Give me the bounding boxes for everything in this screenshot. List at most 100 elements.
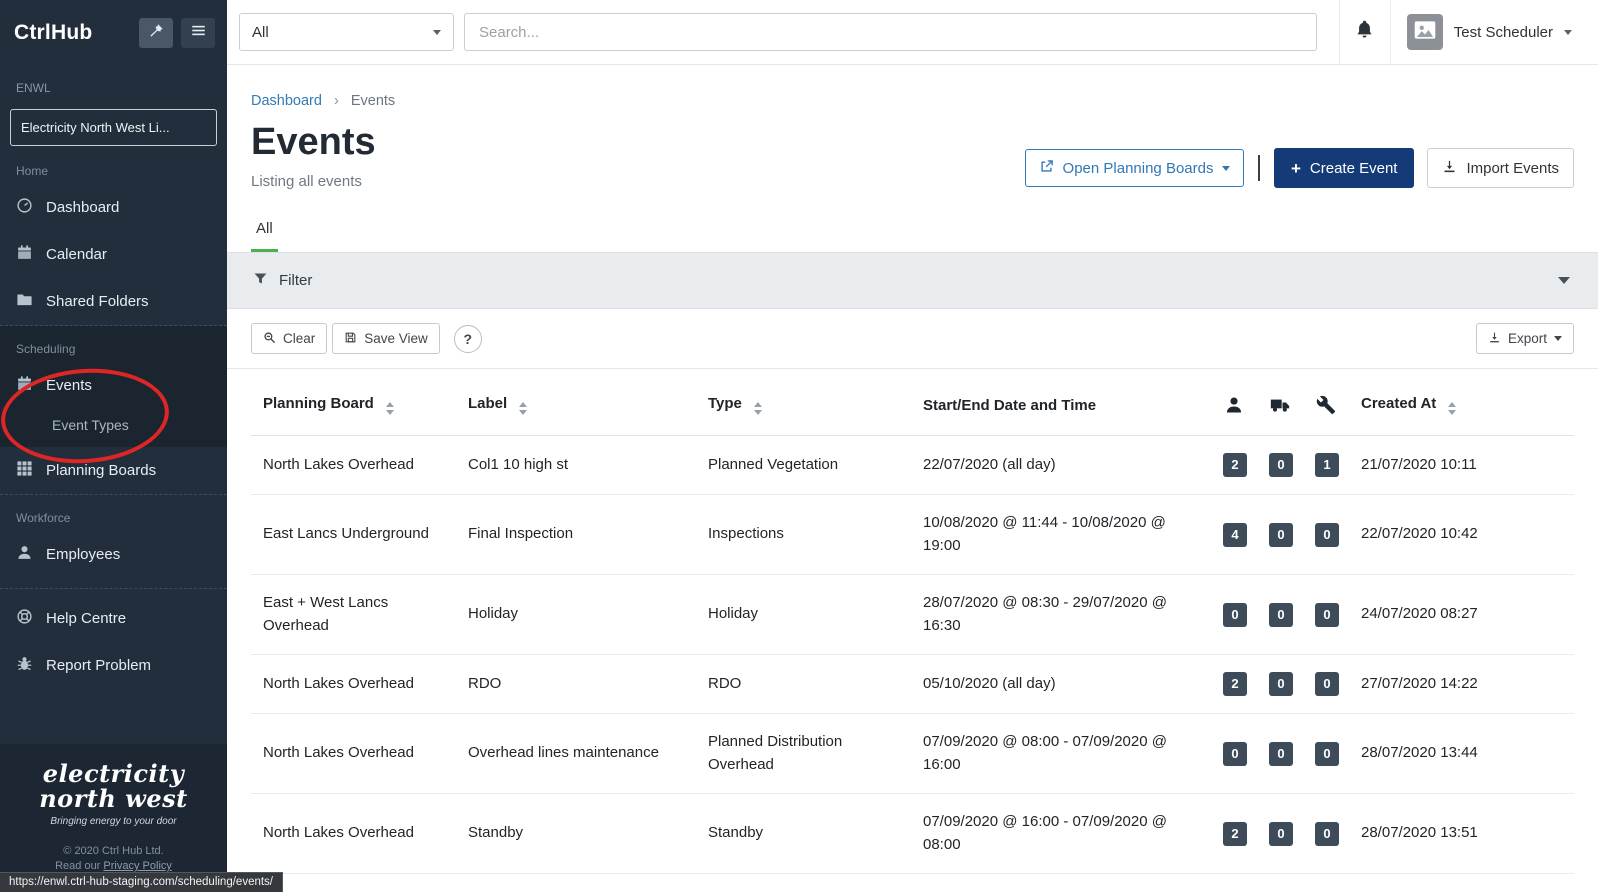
- sidebar-item-report-problem[interactable]: Report Problem: [0, 642, 227, 689]
- open-planning-boards-label: Open Planning Boards: [1062, 159, 1214, 177]
- cell-label: Standby: [456, 793, 696, 874]
- column-header-type[interactable]: Type: [696, 375, 911, 436]
- status-bar-url: https://enwl.ctrl-hub-staging.com/schedu…: [0, 872, 283, 892]
- open-planning-boards-button[interactable]: Open Planning Boards: [1024, 149, 1245, 187]
- enw-logo-line1: electricity: [42, 759, 185, 789]
- breadcrumb-separator: ›: [333, 93, 339, 109]
- pin-sidebar-button[interactable]: [139, 17, 173, 48]
- notifications-button[interactable]: [1338, 0, 1391, 64]
- vehicles-count-badge: 0: [1269, 602, 1293, 627]
- hamburger-icon: [191, 23, 206, 42]
- cell-created-at: 22/07/2020 10:42: [1349, 494, 1574, 575]
- enw-tagline: Bringing energy to your door: [50, 816, 177, 827]
- breadcrumb: Dashboard › Events: [227, 65, 1598, 109]
- scope-select-value: All: [252, 23, 269, 41]
- sidebar-item-calendar[interactable]: Calendar: [0, 231, 227, 278]
- bug-icon: [16, 655, 33, 676]
- cell-planning-board: North Lakes Overhead: [251, 654, 456, 714]
- sort-icon: [754, 402, 763, 415]
- cell-type: Planned Vegetation: [696, 435, 911, 495]
- user-name: Test Scheduler: [1453, 23, 1553, 41]
- actions-divider: [1258, 155, 1260, 181]
- toolbar-left-group: Clear Save View ?: [251, 323, 482, 354]
- column-header-label: Created At: [1361, 395, 1437, 413]
- help-button[interactable]: ?: [453, 324, 482, 353]
- tabs-bar: All: [227, 190, 1598, 252]
- privacy-policy-link[interactable]: Privacy Policy: [103, 860, 171, 872]
- create-event-button[interactable]: + Create Event: [1273, 148, 1415, 188]
- people-count-badge: 2: [1223, 821, 1247, 846]
- table-row[interactable]: North Lakes Overhead RDO RDO 05/10/2020 …: [251, 654, 1574, 714]
- sidebar-item-label: Report Problem: [46, 657, 152, 674]
- sidebar-item-help-centre[interactable]: Help Centre: [0, 595, 227, 642]
- sidebar-item-planning-boards[interactable]: Planning Boards: [0, 447, 227, 494]
- import-events-button[interactable]: Import Events: [1427, 148, 1574, 188]
- table-row[interactable]: East Lancs Underground Final Inspection …: [251, 494, 1574, 575]
- cell-datetime: 07/09/2020 @ 16:00 - 07/09/2020 @ 08:00: [911, 793, 1211, 874]
- privacy-prefix: Read our: [55, 860, 101, 872]
- equipment-count-badge: 0: [1315, 602, 1339, 627]
- people-count-badge: 0: [1223, 602, 1247, 627]
- tab-all[interactable]: All: [251, 220, 278, 252]
- sidebar-item-label: Events: [46, 377, 92, 394]
- sidebar-menu-button[interactable]: [181, 17, 215, 48]
- page-header: Events Listing all events Open Planning …: [227, 109, 1598, 190]
- vehicle-icon: [1270, 399, 1290, 412]
- breadcrumb-current: Events: [350, 93, 396, 109]
- search-scope-select[interactable]: All: [239, 13, 454, 51]
- cell-type: RDO: [696, 654, 911, 714]
- sidebar-item-dashboard[interactable]: Dashboard: [0, 184, 227, 231]
- cell-datetime: 22/07/2020 (all day): [911, 435, 1211, 495]
- table-toolbar: Clear Save View ? Export: [227, 309, 1598, 369]
- user-menu[interactable]: Test Scheduler: [1391, 0, 1598, 64]
- column-header-label[interactable]: Label: [456, 375, 696, 436]
- column-header-label: Start/End Date and Time: [923, 396, 1097, 414]
- page-actions: Open Planning Boards + Create Event Impo…: [1024, 148, 1574, 190]
- sidebar-item-employees[interactable]: Employees: [0, 531, 227, 578]
- table-row[interactable]: North Lakes Overhead Overhead lines main…: [251, 713, 1574, 794]
- table-row[interactable]: East + West Lancs Overhead Holiday Holid…: [251, 574, 1574, 655]
- main-column: All Test Scheduler: [227, 0, 1598, 892]
- vehicles-count-badge: 0: [1269, 821, 1293, 846]
- cell-type: Standby: [696, 793, 911, 874]
- topbar: All Test Scheduler: [227, 0, 1598, 65]
- column-header-vehicles: [1257, 375, 1303, 436]
- dashboard-icon: [16, 197, 33, 218]
- sidebar-item-label: Help Centre: [46, 610, 127, 627]
- table-row[interactable]: North Lakes Overhead Col1 10 high st Pla…: [251, 435, 1574, 495]
- cell-created-at: 28/07/2020 13:51: [1349, 793, 1574, 874]
- org-selector-button[interactable]: Electricity North West Li...: [10, 109, 217, 146]
- calendar-icon: [16, 244, 33, 265]
- column-header-people: [1211, 375, 1257, 436]
- cell-planning-board: East + West Lancs Overhead: [251, 574, 456, 655]
- clear-button[interactable]: Clear: [251, 323, 328, 354]
- column-header-created-at[interactable]: Created At: [1349, 375, 1574, 436]
- brand-logo: CtrlHub: [14, 20, 93, 44]
- save-view-button[interactable]: Save View: [332, 323, 440, 354]
- search-input[interactable]: [464, 13, 1317, 51]
- vehicles-count-badge: 0: [1269, 453, 1293, 477]
- sidebar-item-events[interactable]: Events: [0, 362, 227, 409]
- org-code-label: ENWL: [16, 81, 51, 95]
- section-label-home: Home: [16, 164, 49, 178]
- avatar: [1406, 14, 1443, 50]
- chevron-down-icon: [433, 29, 441, 35]
- filter-panel-toggle[interactable]: Filter: [227, 252, 1598, 309]
- external-link-icon: [1039, 159, 1054, 178]
- cell-label: Final Inspection: [456, 494, 696, 575]
- breadcrumb-dashboard-link[interactable]: Dashboard: [251, 93, 322, 109]
- column-header-planning-board[interactable]: Planning Board: [251, 375, 456, 436]
- export-button[interactable]: Export: [1475, 323, 1574, 354]
- page-title: Events: [251, 121, 376, 163]
- cell-datetime: 28/07/2020 @ 08:30 - 29/07/2020 @ 16:30: [911, 574, 1211, 655]
- table-row[interactable]: North Lakes Overhead Standby Standby 07/…: [251, 793, 1574, 874]
- sidebar-item-event-types[interactable]: Event Types: [0, 409, 227, 447]
- vehicles-count-badge: 0: [1269, 522, 1293, 547]
- person-icon: [16, 544, 33, 565]
- column-header-label: Type: [708, 395, 742, 413]
- filter-label-group: Filter: [253, 271, 312, 290]
- sidebar-item-shared-folders[interactable]: Shared Folders: [0, 278, 227, 325]
- funnel-icon: [253, 271, 268, 290]
- export-download-icon: [1488, 331, 1501, 347]
- enw-logo-line2: north west: [39, 783, 188, 813]
